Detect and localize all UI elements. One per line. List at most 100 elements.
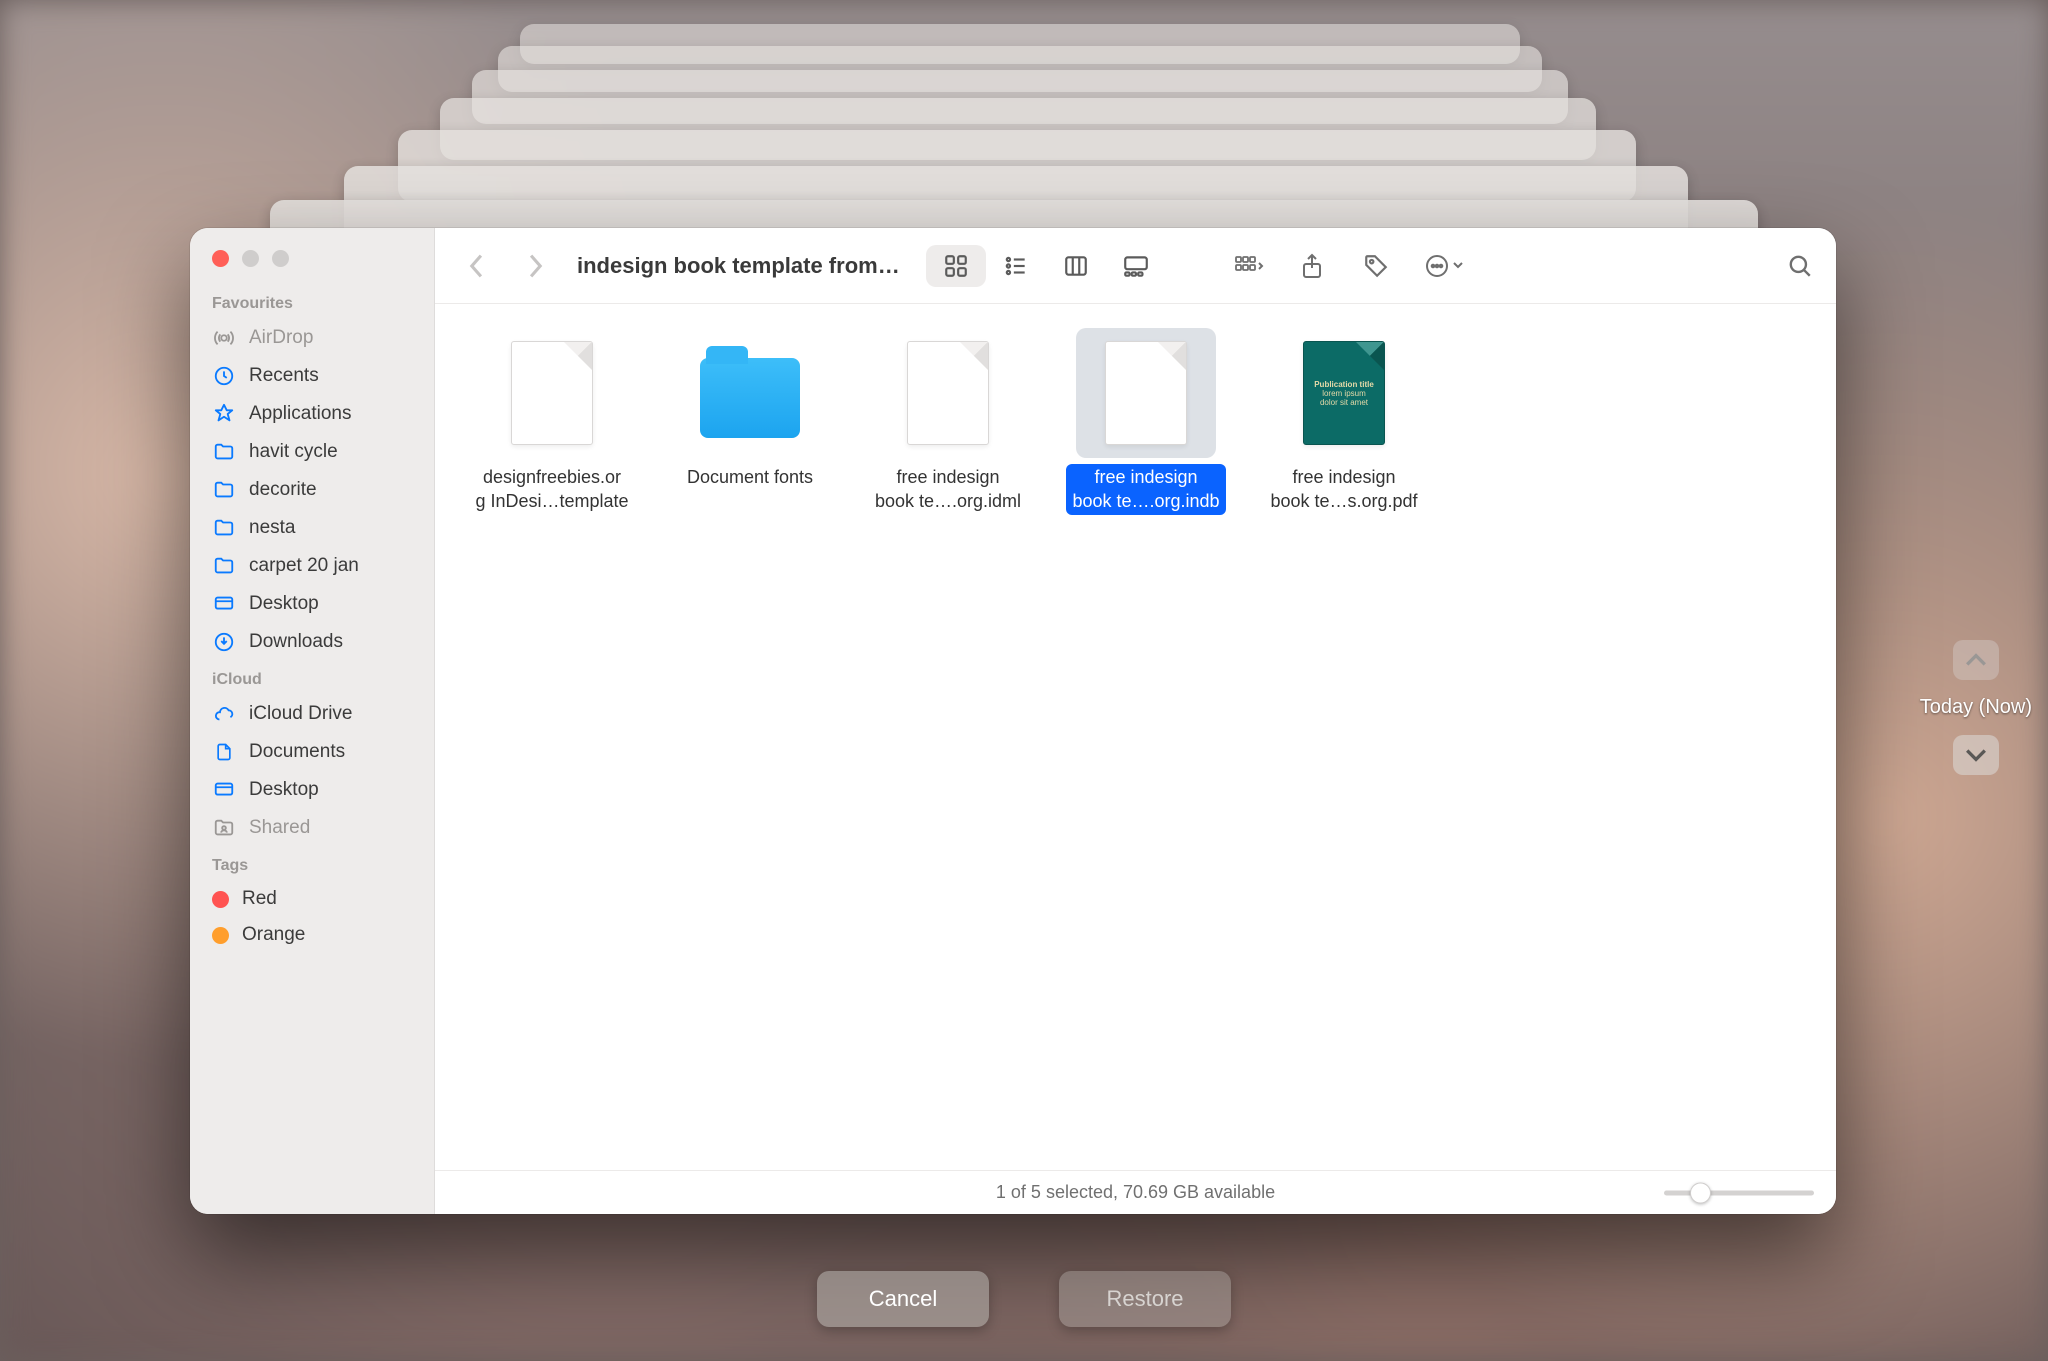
- cloud-icon: [212, 702, 236, 726]
- sidebar-item-label: Applications: [249, 403, 351, 425]
- status-bar: 1 of 5 selected, 70.69 GB available: [435, 1170, 1836, 1214]
- file-thumbnail: [482, 328, 622, 458]
- share-button[interactable]: [1296, 250, 1328, 282]
- sidebar-item-label: Desktop: [249, 779, 319, 801]
- timemachine-older-button[interactable]: [1953, 640, 1999, 680]
- sidebar-item-documents[interactable]: Documents: [190, 733, 434, 771]
- slider-knob[interactable]: [1690, 1182, 1711, 1203]
- view-gallery-button[interactable]: [1106, 245, 1166, 287]
- tags-button[interactable]: [1360, 250, 1392, 282]
- nav-back-button[interactable]: [461, 250, 493, 282]
- icon-size-slider[interactable]: [1664, 1190, 1814, 1195]
- file-item[interactable]: free indesignbook te….org.idml: [849, 328, 1047, 1170]
- folder-icon: [212, 554, 236, 578]
- file-name: free indesignbook te….org.idml: [869, 464, 1027, 515]
- document-icon: [212, 740, 236, 764]
- sidebar-item-icloud-drive[interactable]: iCloud Drive: [190, 695, 434, 733]
- sidebar-item-airdrop[interactable]: AirDrop: [190, 319, 434, 357]
- folder-icon: [212, 478, 236, 502]
- file-thumbnail: Publication title lorem ipsum dolor sit …: [1274, 328, 1414, 458]
- sidebar: Favourites AirDrop Recents Applications …: [190, 228, 435, 1214]
- timemachine-newer-button[interactable]: [1953, 735, 1999, 775]
- timemachine-controls: Today (Now): [1920, 640, 2032, 775]
- desktop-icon: [212, 592, 236, 616]
- actions-menu-button[interactable]: [1424, 250, 1464, 282]
- sidebar-section-tags: Tags: [190, 847, 434, 881]
- sidebar-item-label: Shared: [249, 817, 310, 839]
- sidebar-item-label: Downloads: [249, 631, 343, 653]
- view-list-button[interactable]: [986, 245, 1046, 287]
- pdf-file-icon: Publication title lorem ipsum dolor sit …: [1303, 341, 1385, 445]
- sidebar-item-label: havit cycle: [249, 441, 338, 463]
- sidebar-item-applications[interactable]: Applications: [190, 395, 434, 433]
- sidebar-item-label: Red: [242, 888, 277, 910]
- sidebar-item-label: AirDrop: [249, 327, 313, 349]
- timemachine-timestamp: Today (Now): [1920, 696, 2032, 719]
- sidebar-item-label: Orange: [242, 924, 305, 946]
- file-name: free indesignbook te…s.org.pdf: [1264, 464, 1423, 515]
- file-item[interactable]: designfreebies.org InDesi…template: [453, 328, 651, 1170]
- view-switcher: [926, 245, 1166, 287]
- sidebar-item-downloads[interactable]: Downloads: [190, 623, 434, 661]
- file-name: designfreebies.org InDesi…template: [469, 464, 634, 515]
- file-item-selected[interactable]: free indesignbook te….org.indb: [1047, 328, 1245, 1170]
- window-title: indesign book template from…: [577, 253, 900, 279]
- file-name: Document fonts: [681, 464, 819, 490]
- sidebar-item-desktop[interactable]: Desktop: [190, 585, 434, 623]
- view-columns-button[interactable]: [1046, 245, 1106, 287]
- folder-icon: [212, 516, 236, 540]
- sidebar-item-label: iCloud Drive: [249, 703, 352, 725]
- sidebar-section-favourites: Favourites: [190, 285, 434, 319]
- cancel-button[interactable]: Cancel: [817, 1271, 989, 1327]
- finder-window: Favourites AirDrop Recents Applications …: [190, 228, 1836, 1214]
- tag-dot-red-icon: [212, 891, 229, 908]
- file-thumbnail: [680, 328, 820, 458]
- file-item[interactable]: Publication title lorem ipsum dolor sit …: [1245, 328, 1443, 1170]
- sidebar-item-shared[interactable]: Shared: [190, 809, 434, 847]
- desktop-icon: [212, 778, 236, 802]
- fullscreen-window-button[interactable]: [272, 250, 289, 267]
- sidebar-tag-red[interactable]: Red: [190, 881, 434, 917]
- file-thumbnail: [1076, 328, 1216, 458]
- nav-forward-button[interactable]: [519, 250, 551, 282]
- restore-button[interactable]: Restore: [1059, 1271, 1231, 1327]
- airdrop-icon: [212, 326, 236, 350]
- sidebar-item-label: carpet 20 jan: [249, 555, 359, 577]
- download-icon: [212, 630, 236, 654]
- file-thumbnail: [878, 328, 1018, 458]
- search-button[interactable]: [1784, 250, 1816, 282]
- applications-icon: [212, 402, 236, 426]
- sidebar-item-havit-cycle[interactable]: havit cycle: [190, 433, 434, 471]
- close-window-button[interactable]: [212, 250, 229, 267]
- clock-icon: [212, 364, 236, 388]
- file-item[interactable]: Document fonts: [651, 328, 849, 1170]
- file-grid[interactable]: designfreebies.org InDesi…template Docum…: [435, 304, 1836, 1170]
- shared-folder-icon: [212, 816, 236, 840]
- sidebar-item-label: Documents: [249, 741, 345, 763]
- main-pane: indesign book template from…: [435, 228, 1836, 1214]
- sidebar-item-label: Recents: [249, 365, 319, 387]
- action-buttons: Cancel Restore: [817, 1271, 1231, 1327]
- minimize-window-button[interactable]: [242, 250, 259, 267]
- generic-file-icon: [511, 341, 593, 445]
- generic-file-icon: [1105, 341, 1187, 445]
- status-text: 1 of 5 selected, 70.69 GB available: [996, 1182, 1275, 1203]
- generic-file-icon: [907, 341, 989, 445]
- folder-icon: [700, 358, 800, 438]
- sidebar-item-recents[interactable]: Recents: [190, 357, 434, 395]
- sidebar-item-desktop-icloud[interactable]: Desktop: [190, 771, 434, 809]
- file-name: free indesignbook te….org.indb: [1066, 464, 1225, 515]
- window-controls: [190, 240, 434, 285]
- toolbar: indesign book template from…: [435, 228, 1836, 304]
- sidebar-item-nesta[interactable]: nesta: [190, 509, 434, 547]
- group-by-button[interactable]: [1234, 250, 1264, 282]
- tag-dot-orange-icon: [212, 927, 229, 944]
- sidebar-section-icloud: iCloud: [190, 661, 434, 695]
- sidebar-item-label: Desktop: [249, 593, 319, 615]
- sidebar-item-decorite[interactable]: decorite: [190, 471, 434, 509]
- view-icons-button[interactable]: [926, 245, 986, 287]
- folder-icon: [212, 440, 236, 464]
- sidebar-item-carpet-20-jan[interactable]: carpet 20 jan: [190, 547, 434, 585]
- sidebar-tag-orange[interactable]: Orange: [190, 917, 434, 953]
- sidebar-item-label: nesta: [249, 517, 295, 539]
